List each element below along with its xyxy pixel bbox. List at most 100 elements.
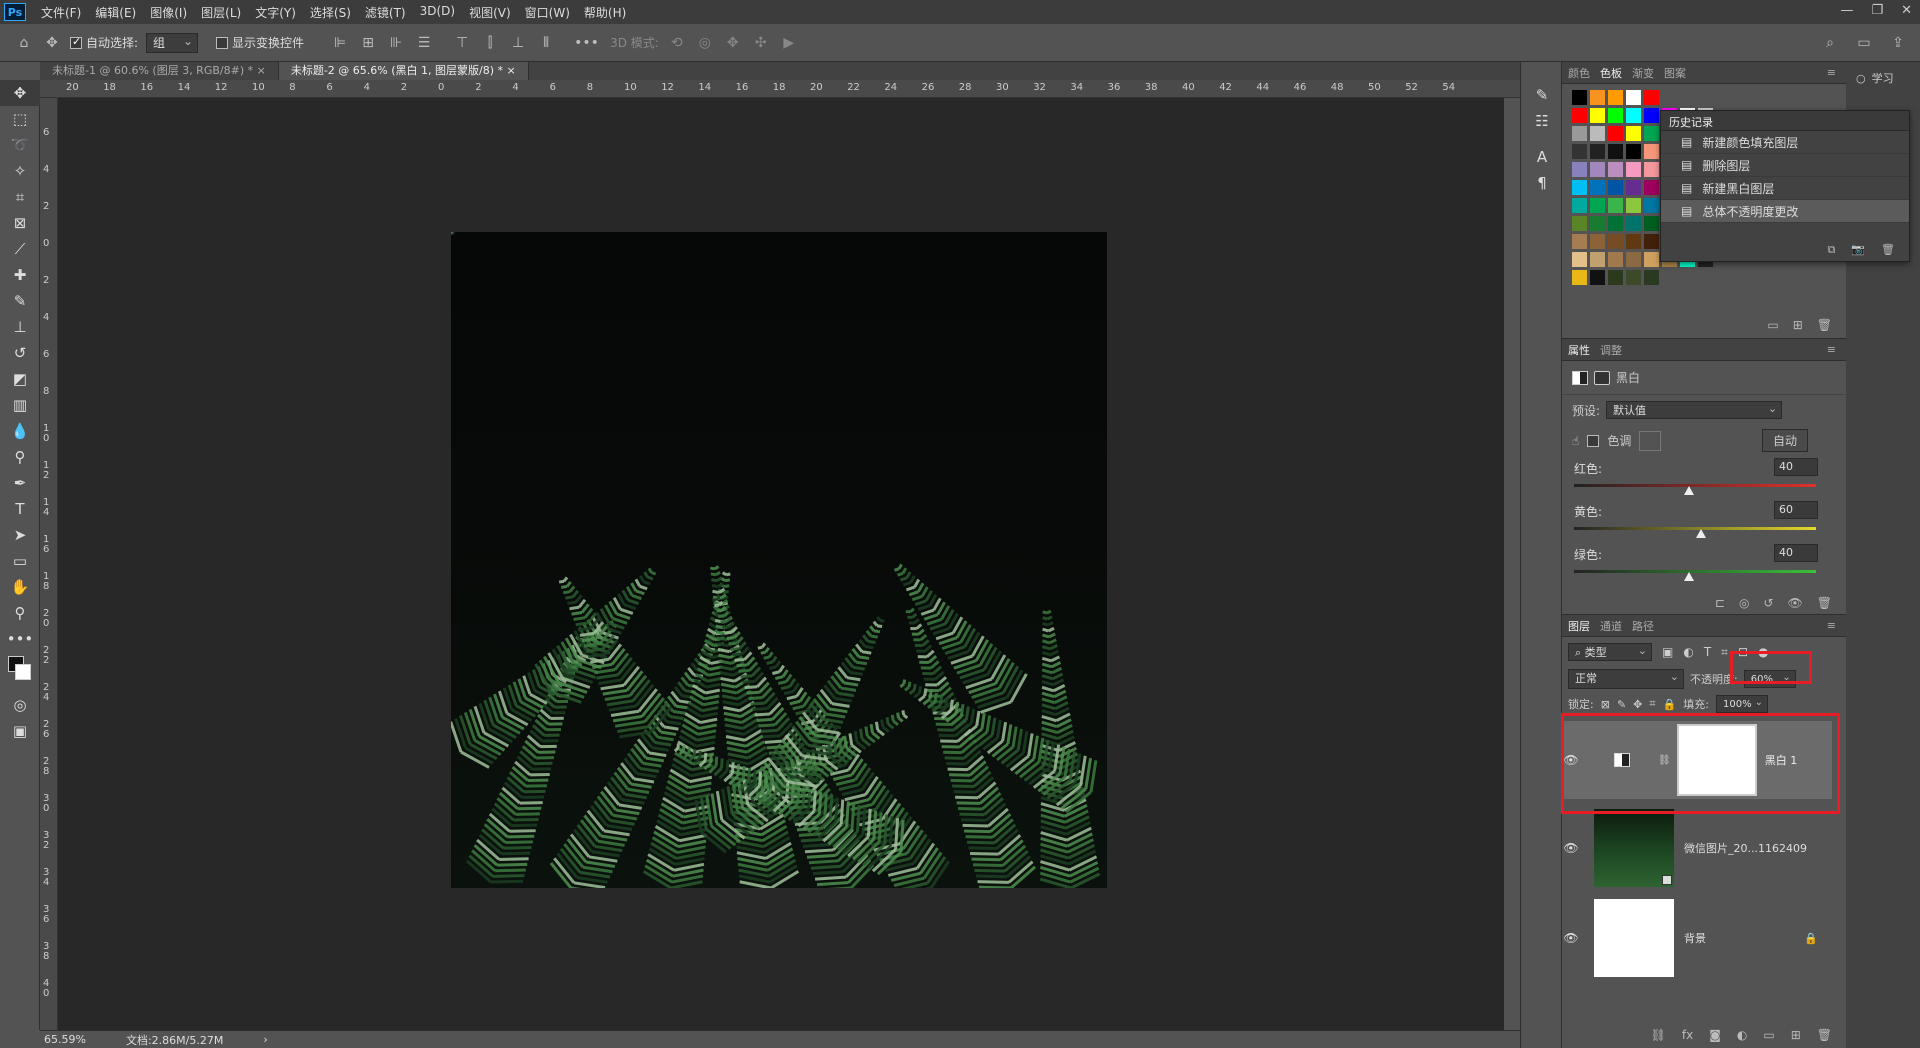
color-swatch[interactable] (1626, 180, 1641, 195)
panel-tab[interactable]: 通道 (1600, 618, 1622, 634)
color-swatch[interactable] (1626, 90, 1641, 105)
eraser-icon[interactable]: ◩ (0, 366, 40, 392)
menu-item[interactable]: 选择(S) (303, 4, 358, 21)
align-middle-icon[interactable]: ⫿ (480, 35, 500, 51)
color-swatch[interactable] (1608, 270, 1623, 285)
color-swatch[interactable] (1590, 216, 1605, 231)
eye-icon[interactable]: 👁 (1562, 931, 1580, 945)
trash-icon[interactable]: 🗑 (1817, 1028, 1832, 1042)
panel-tab[interactable]: 颜色 (1568, 65, 1590, 81)
panel-tab[interactable]: 图层 (1568, 618, 1590, 634)
lock-position-icon[interactable]: ✥ (1633, 698, 1642, 711)
hand-tool-icon[interactable]: ✋ (0, 574, 40, 600)
pen-tool-icon[interactable]: ✒ (0, 470, 40, 496)
history-item[interactable]: ▤ 删除图层 (1661, 154, 1909, 177)
color-swatch[interactable] (1590, 270, 1605, 285)
adjustment-filter-icon[interactable]: ◐ (1683, 645, 1693, 659)
blur-tool-icon[interactable]: 💧 (0, 418, 40, 444)
color-swatch[interactable] (1590, 162, 1605, 177)
color-swatch[interactable] (1590, 126, 1605, 141)
color-swatch[interactable] (1590, 108, 1605, 123)
show-transform-checkbox[interactable]: 显示变换控件 (216, 34, 304, 51)
color-swatch[interactable] (1626, 126, 1641, 141)
paragraph-icon[interactable]: ¶ (1521, 170, 1563, 196)
snapshot-icon[interactable]: 📷 (1851, 243, 1865, 257)
panel-tab[interactable]: 图案 (1664, 65, 1686, 81)
link-layers-icon[interactable]: ⛓ (1651, 1028, 1666, 1042)
panel-tab[interactable]: 属性 (1568, 342, 1590, 358)
color-swatch[interactable] (1572, 108, 1587, 123)
lock-pixels-icon[interactable]: ✎ (1617, 698, 1626, 711)
color-swatch[interactable] (1626, 270, 1641, 285)
close-window-button[interactable]: ✕ (1901, 3, 1912, 18)
color-swatch[interactable] (1608, 180, 1623, 195)
menu-item[interactable]: 窗口(W) (518, 4, 577, 21)
color-slider[interactable]: 红色: 40 (1562, 456, 1846, 499)
slider-thumb[interactable] (1684, 486, 1694, 495)
eyedropper-icon[interactable]: ⟋ (0, 236, 40, 262)
color-swatch[interactable] (1608, 252, 1623, 267)
targeted-adjust-icon[interactable]: ☝ (1572, 434, 1579, 448)
align-bottom-icon[interactable]: ⊥ (508, 35, 528, 51)
new-layer-icon[interactable]: ⊞ (1791, 1028, 1801, 1042)
align-left-icon[interactable]: ⊫ (330, 35, 350, 51)
layer-row-background[interactable]: 👁 背景 🔒 (1562, 897, 1832, 979)
add-mask-icon[interactable]: ◙ (1709, 1028, 1721, 1042)
lasso-tool-icon[interactable]: ➰ (0, 132, 40, 158)
layer-name[interactable]: 背景 (1684, 930, 1706, 946)
color-swatch[interactable] (1644, 126, 1659, 141)
menu-item[interactable]: 编辑(E) (88, 4, 143, 21)
layer-name[interactable]: 微信图片_20...1162409 (1684, 840, 1807, 856)
roll-3d-icon[interactable]: ◎ (695, 35, 715, 51)
shape-tool-icon[interactable]: ▭ (0, 548, 40, 574)
color-swatch[interactable] (1608, 90, 1623, 105)
layer-row-photo[interactable]: 👁 微信图片_20...1162409 (1562, 807, 1832, 889)
color-swatch[interactable] (1572, 144, 1587, 159)
camera-3d-icon[interactable]: ▶ (779, 35, 799, 51)
trash-icon[interactable]: 🗑 (1817, 596, 1832, 610)
color-swatch[interactable] (1608, 162, 1623, 177)
color-swatch[interactable] (1608, 144, 1623, 159)
group-icon[interactable]: ▭ (1763, 1028, 1774, 1042)
color-swatch[interactable] (1644, 162, 1659, 177)
color-swap-icon[interactable] (0, 652, 40, 692)
menu-item[interactable]: 图层(L) (194, 4, 248, 21)
distribute-icon[interactable]: ☰ (414, 35, 434, 51)
character-icon[interactable]: A (1521, 144, 1563, 170)
tab-document-2[interactable]: 未标题-2 @ 65.6% (黑白 1, 图层蒙版/8) * × (278, 62, 529, 80)
lock-all-icon[interactable]: 🔒 (1663, 698, 1677, 711)
fx-icon[interactable]: fx (1682, 1028, 1693, 1042)
color-swatch[interactable] (1608, 108, 1623, 123)
color-swatch[interactable] (1626, 108, 1641, 123)
color-swatch[interactable] (1644, 198, 1659, 213)
color-swatch[interactable] (1572, 234, 1587, 249)
clip-to-layer-icon[interactable]: ⊏ (1715, 596, 1725, 610)
more-tools-icon[interactable]: ••• (0, 626, 40, 652)
panel-menu-icon[interactable]: ≡ (1827, 343, 1836, 356)
learn-label[interactable]: 学习 (1872, 70, 1894, 86)
color-swatch[interactable] (1644, 144, 1659, 159)
slider-value-input[interactable]: 60 (1774, 501, 1818, 519)
panel-tab[interactable]: 色板 (1600, 65, 1622, 81)
pixel-filter-icon[interactable]: ▣ (1662, 645, 1673, 659)
panel-menu-icon[interactable]: ≡ (1827, 66, 1836, 79)
color-swatch[interactable] (1572, 216, 1587, 231)
more-options-icon[interactable]: ••• (574, 35, 599, 51)
slider-value-input[interactable]: 40 (1774, 458, 1818, 476)
share-icon[interactable]: ⇪ (1888, 35, 1908, 51)
new-document-from-state-icon[interactable]: ⧉ (1827, 243, 1835, 257)
zoom-level[interactable]: 65.59% (44, 1033, 86, 1046)
color-swatch[interactable] (1590, 234, 1605, 249)
workspace-icon[interactable]: ▭ (1854, 35, 1874, 51)
tint-checkbox[interactable] (1587, 434, 1600, 447)
history-brush-icon[interactable]: ↺ (0, 340, 40, 366)
slider-thumb[interactable] (1684, 572, 1694, 581)
history-item[interactable]: ▤ 总体不透明度更改 (1661, 200, 1909, 223)
menu-item[interactable]: 文字(Y) (248, 4, 303, 21)
quick-mask-icon[interactable]: ◎ (0, 692, 40, 718)
magic-wand-icon[interactable]: ✧ (0, 158, 40, 184)
close-icon[interactable]: × (257, 64, 266, 77)
menu-item[interactable]: 图像(I) (143, 4, 194, 21)
brush-tool-icon[interactable]: ✎ (0, 288, 40, 314)
color-swatch[interactable] (1626, 234, 1641, 249)
